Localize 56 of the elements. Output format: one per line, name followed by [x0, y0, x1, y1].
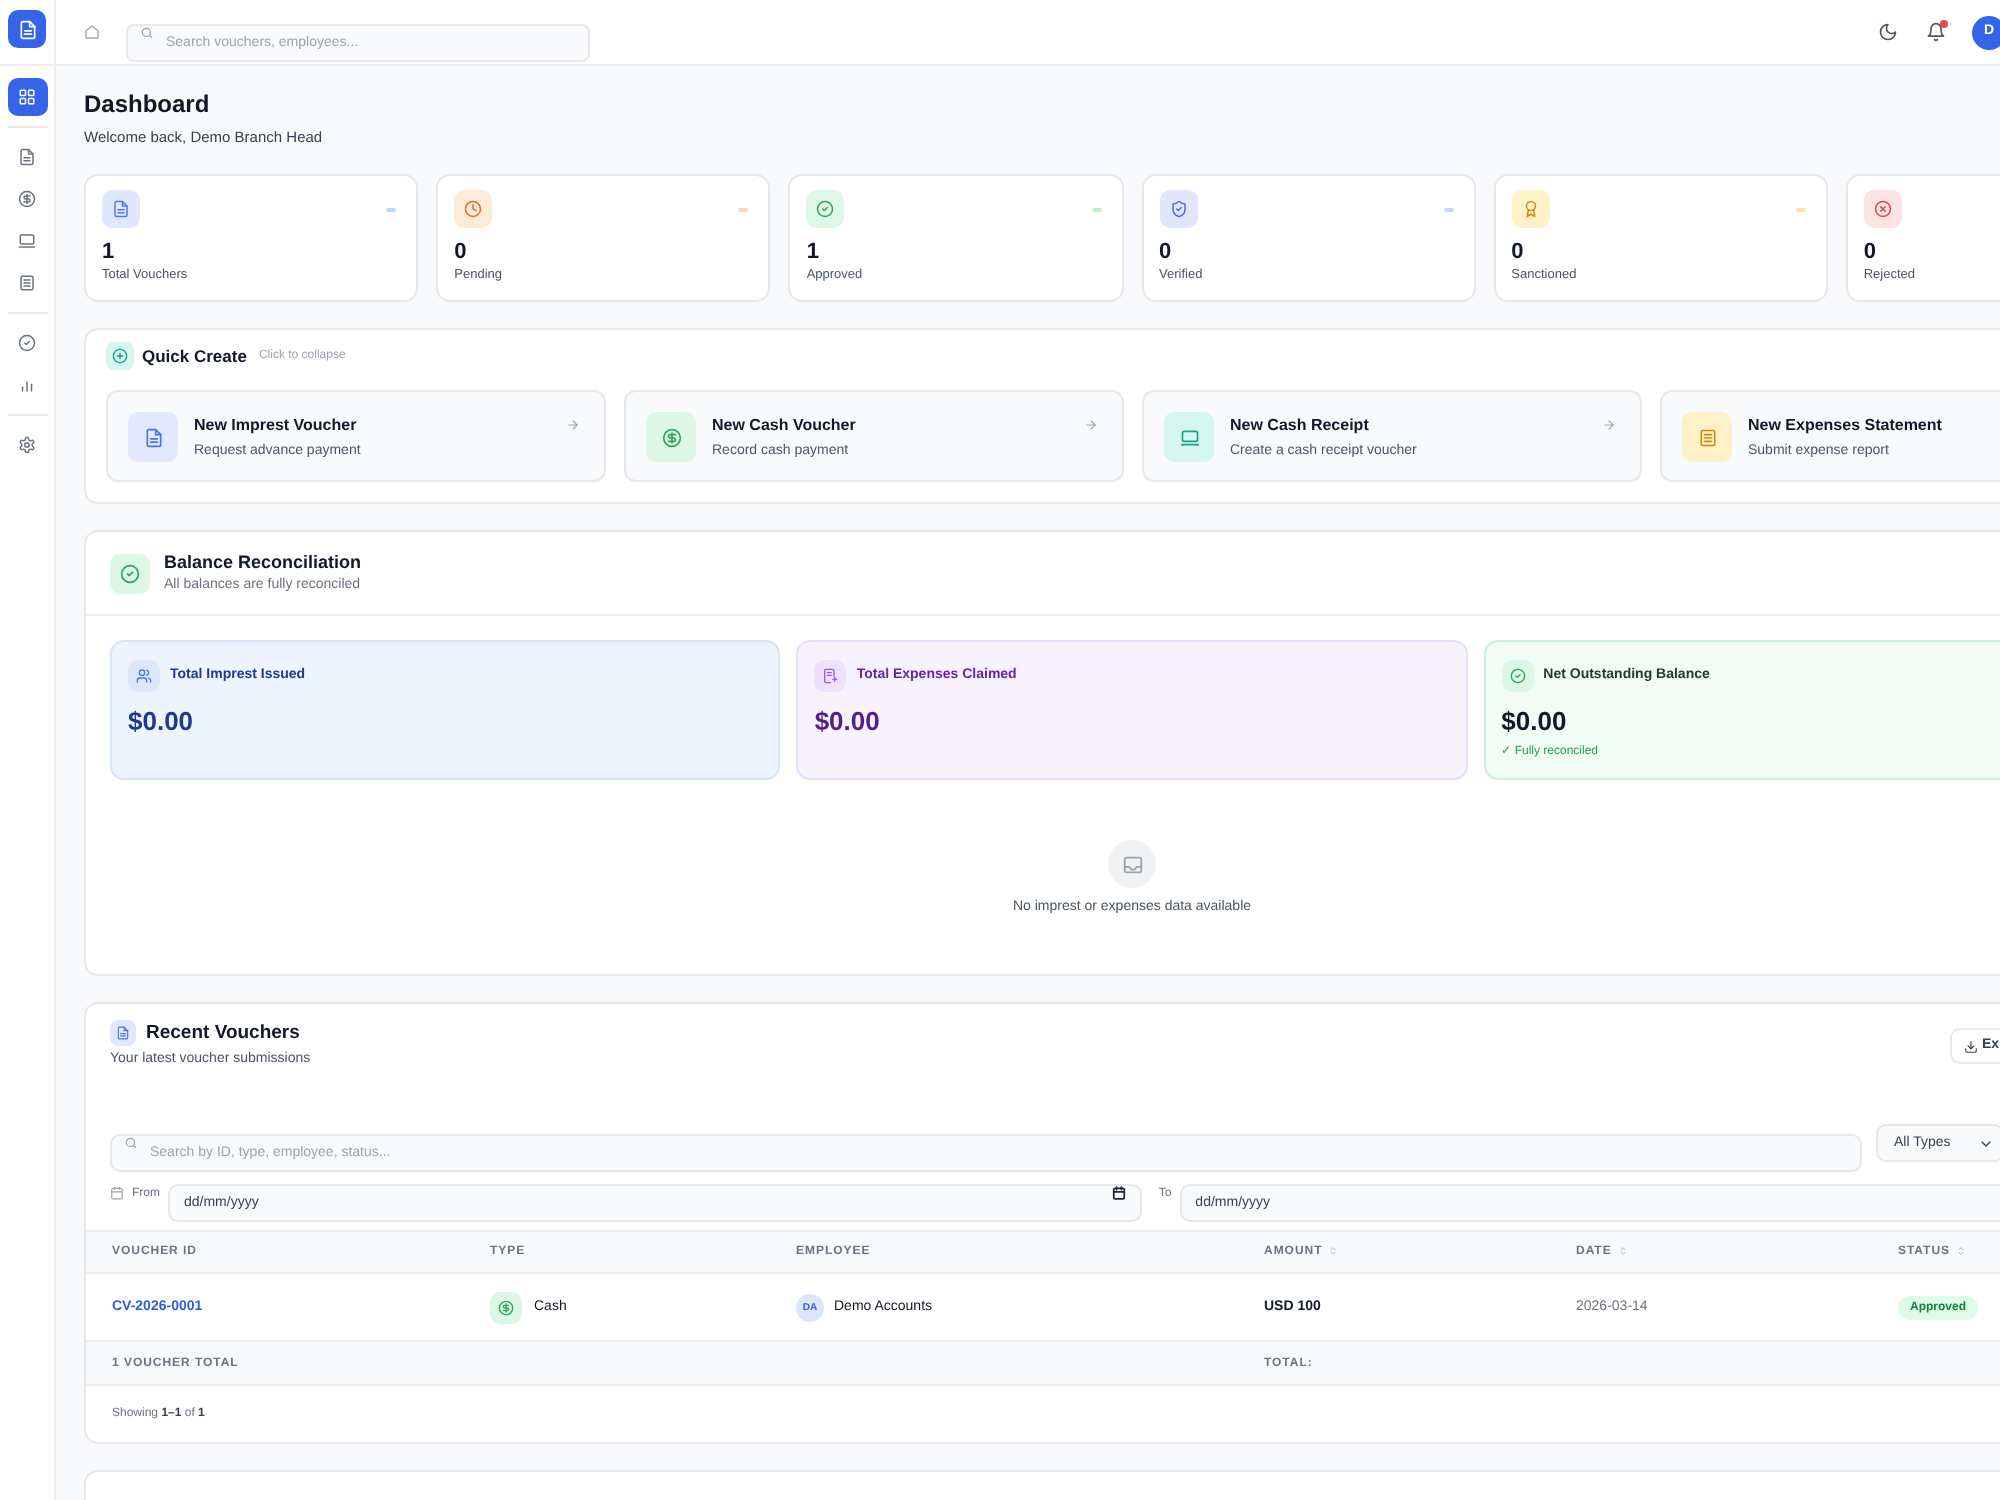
balance-value: $0.00 [1501, 706, 1567, 738]
sort-icon [1617, 1245, 1628, 1256]
sort-icon [1328, 1245, 1339, 1256]
search-icon [140, 25, 154, 39]
panel-title: Recent Vouchers [146, 1020, 300, 1046]
dash-icon [1091, 207, 1101, 211]
stat-value: 0 [454, 238, 467, 266]
stat-value: 0 [1863, 238, 1876, 266]
file-icon [102, 190, 140, 228]
award-icon [1511, 190, 1550, 228]
home-icon[interactable] [84, 24, 100, 40]
stat-value: 0 [1511, 238, 1524, 266]
dollar-icon [490, 1291, 522, 1323]
dash-icon [386, 207, 397, 211]
file-icon [110, 1020, 136, 1046]
dash-icon [1795, 207, 1806, 211]
panel-title: Balance Reconciliation [164, 550, 362, 574]
inbox-icon [1108, 840, 1156, 888]
users-icon [128, 660, 160, 692]
grid-icon [18, 88, 36, 106]
page-title: Dashboard [84, 88, 210, 122]
list-icon [18, 274, 36, 292]
clock-icon [454, 190, 493, 228]
search-icon [124, 1136, 138, 1150]
dollar-icon [646, 412, 696, 462]
document-icon [814, 660, 847, 692]
panel-title[interactable]: Quick Create [142, 344, 247, 368]
monitor-icon [18, 232, 36, 250]
bell-icon[interactable] [1926, 22, 1946, 42]
monitor-icon [1164, 412, 1214, 462]
arrow-right-icon [1084, 418, 1098, 432]
stat-value: 1 [806, 238, 819, 266]
dollar-icon [18, 190, 36, 208]
balance-value: $0.00 [814, 706, 880, 738]
dash-icon [738, 207, 749, 211]
download-icon [1964, 1039, 1978, 1053]
file-icon [128, 412, 178, 462]
check-circle-icon [18, 334, 36, 352]
arrow-right-icon [566, 418, 580, 432]
sort-icon [1956, 1245, 1966, 1256]
nav-button[interactable] [7, 78, 47, 116]
settings-icon [18, 436, 36, 454]
calendar-icon[interactable] [1112, 1186, 1127, 1200]
moon-icon[interactable] [1878, 22, 1898, 42]
balance-value: $0.00 [128, 706, 194, 738]
file-icon [18, 148, 36, 166]
calendar-icon [110, 1186, 124, 1200]
bar-chart-icon [18, 376, 36, 394]
stat-value: 1 [102, 238, 115, 266]
shield-check-icon [1159, 190, 1197, 228]
stat-value: 0 [1159, 238, 1172, 266]
list-icon [1682, 412, 1732, 462]
dash-icon [1443, 207, 1454, 211]
plus-circle-icon [106, 342, 134, 370]
arrow-right-icon [1602, 418, 1616, 432]
logo-icon [8, 10, 46, 48]
